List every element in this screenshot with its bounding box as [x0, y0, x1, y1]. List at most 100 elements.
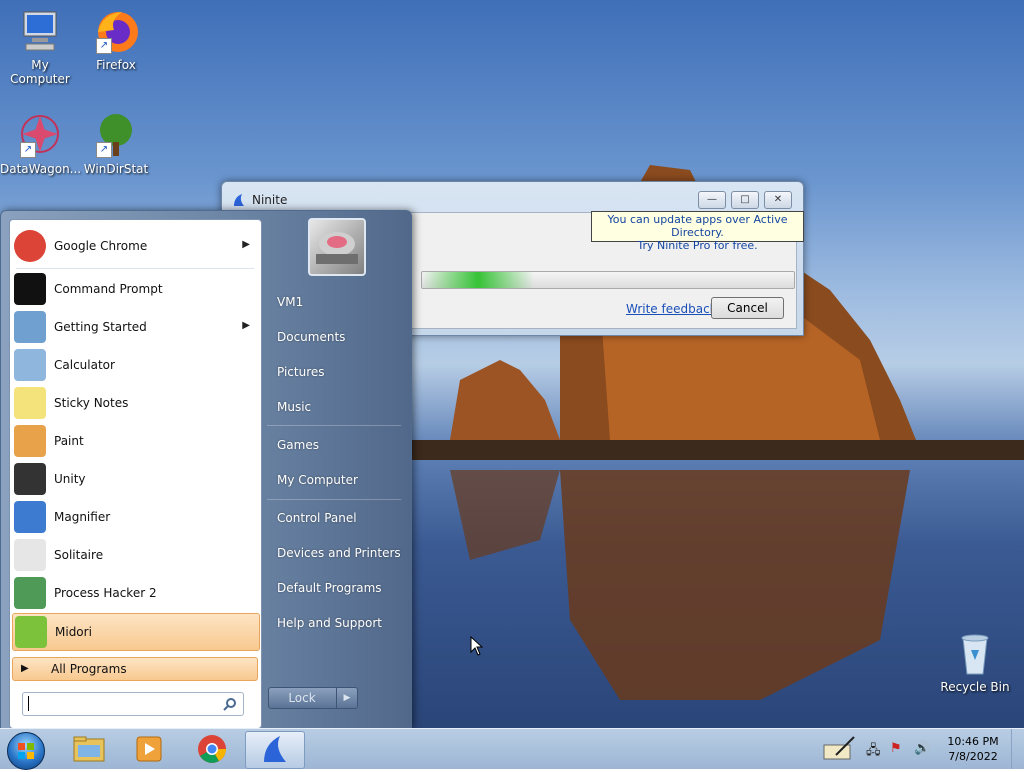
- program-item[interactable]: Unity: [12, 461, 258, 497]
- desktop-icon-datawagon[interactable]: ↗ DataWagon...: [0, 112, 82, 176]
- right-item-default-programs[interactable]: Default Programs: [277, 581, 382, 595]
- right-item-games[interactable]: Games: [277, 438, 319, 452]
- program-item[interactable]: Getting Started ▶: [12, 309, 258, 345]
- program-label: Magnifier: [54, 510, 111, 524]
- right-item-help-support[interactable]: Help and Support: [277, 616, 382, 630]
- clock-date: 7/8/2022: [948, 750, 998, 763]
- program-label: Process Hacker 2: [54, 586, 157, 600]
- midori-icon: [15, 616, 47, 648]
- window-title: Ninite: [252, 193, 288, 207]
- minimize-button[interactable]: —: [698, 191, 726, 209]
- clock[interactable]: 10:46 PM 7/8/2022: [940, 734, 1006, 764]
- shortcut-arrow-icon: ↗: [20, 142, 36, 158]
- search-icon: [223, 698, 236, 711]
- program-item[interactable]: Command Prompt: [12, 271, 258, 307]
- keyboard-pen-icon[interactable]: [822, 735, 856, 761]
- right-item-documents[interactable]: Documents: [277, 330, 345, 344]
- volume-icon[interactable]: 🔊: [914, 741, 930, 756]
- program-label: Command Prompt: [54, 282, 163, 296]
- separator: [267, 425, 401, 426]
- program-label: Midori: [55, 625, 92, 639]
- ninite-icon: [264, 736, 286, 762]
- taskbar-explorer[interactable]: [60, 731, 118, 767]
- desktop-icon-label: WinDirStat: [83, 162, 149, 176]
- command-prompt-icon: [14, 273, 46, 305]
- all-programs-button[interactable]: ▶ All Programs: [12, 657, 258, 681]
- action-center-flag-icon[interactable]: ⚑: [890, 741, 902, 756]
- ninite-logo-icon: [234, 194, 244, 206]
- windirstat-icon: ↗: [92, 112, 140, 160]
- right-item-my-computer[interactable]: My Computer: [277, 473, 358, 487]
- recycle-bin-icon: [951, 630, 999, 678]
- show-desktop-button[interactable]: [1011, 729, 1024, 769]
- paint-icon: [14, 425, 46, 457]
- progress-bar: [421, 271, 795, 289]
- submenu-arrow-icon[interactable]: ▶: [242, 320, 250, 331]
- desktop-icon-label: DataWagon...: [0, 162, 82, 176]
- desktop-icon-recycle-bin[interactable]: Recycle Bin: [935, 630, 1015, 694]
- program-label: Unity: [54, 472, 86, 486]
- getting-started-icon: [14, 311, 46, 343]
- program-item[interactable]: Process Hacker 2: [12, 575, 258, 611]
- program-item[interactable]: Paint: [12, 423, 258, 459]
- program-label: Getting Started: [54, 320, 147, 334]
- write-feedback-link[interactable]: Write feedback: [626, 302, 717, 316]
- taskbar-ninite[interactable]: [245, 731, 305, 769]
- datawagon-icon: ↗: [16, 112, 64, 160]
- program-item[interactable]: Midori: [12, 613, 260, 651]
- right-item-music[interactable]: Music: [277, 400, 311, 414]
- program-item[interactable]: Calculator: [12, 347, 258, 383]
- calculator-icon: [14, 349, 46, 381]
- process-hacker-icon: [14, 577, 46, 609]
- shortcut-arrow-icon: ↗: [96, 142, 112, 158]
- program-item[interactable]: Google Chrome ▶: [12, 228, 258, 264]
- program-label: Paint: [54, 434, 84, 448]
- user-picture[interactable]: [308, 218, 366, 276]
- right-item-pictures[interactable]: Pictures: [277, 365, 325, 379]
- network-icon[interactable]: 🖧: [866, 741, 881, 763]
- right-item-control-panel[interactable]: Control Panel: [277, 511, 357, 525]
- program-label: Sticky Notes: [54, 396, 129, 410]
- taskbar-media-player[interactable]: [120, 731, 178, 767]
- maximize-button[interactable]: □: [731, 191, 759, 209]
- windows-explorer-icon: [73, 736, 105, 762]
- unity-icon: [14, 463, 46, 495]
- search-box[interactable]: [22, 692, 244, 716]
- notice-line-1: You can update apps over Active Director…: [607, 213, 788, 239]
- taskbar-chrome[interactable]: [183, 731, 241, 767]
- right-item-devices-printers[interactable]: Devices and Printers: [277, 546, 401, 560]
- computer-icon: [16, 8, 64, 56]
- sticky-notes-icon: [14, 387, 46, 419]
- desktop-icon-my-computer[interactable]: My Computer: [0, 8, 80, 86]
- pro-notice[interactable]: You can update apps over Active Director…: [591, 211, 804, 252]
- chrome-icon: [198, 735, 226, 763]
- all-programs-label: All Programs: [51, 662, 127, 676]
- cancel-button[interactable]: Cancel: [711, 297, 784, 319]
- close-button[interactable]: ✕: [764, 191, 792, 209]
- program-label: Google Chrome: [54, 239, 148, 253]
- desktop-icon-windirstat[interactable]: ↗ WinDirStat: [76, 112, 156, 176]
- submenu-arrow-icon[interactable]: ▶: [242, 239, 250, 250]
- clock-time: 10:46 PM: [947, 735, 999, 748]
- chevron-right-icon[interactable]: ▶: [336, 688, 357, 708]
- firefox-icon: ↗: [92, 8, 140, 56]
- desktop-icon-label: Recycle Bin: [940, 680, 1010, 694]
- taskbar: 🖧 ⚑ 🔊 10:46 PM 7/8/2022: [0, 728, 1024, 770]
- lock-button[interactable]: Lock ▶: [268, 687, 358, 709]
- start-button[interactable]: [7, 732, 45, 770]
- lock-label: Lock: [288, 691, 316, 705]
- program-item[interactable]: Solitaire: [12, 537, 258, 573]
- separator: [267, 499, 401, 500]
- chrome-icon: [14, 230, 46, 262]
- program-item[interactable]: Magnifier: [12, 499, 258, 535]
- program-label: Calculator: [54, 358, 115, 372]
- program-item[interactable]: Sticky Notes: [12, 385, 258, 421]
- programs-pane: Google Chrome ▶ Command Prompt Getting Star…: [9, 219, 262, 729]
- program-label: Solitaire: [54, 548, 104, 562]
- windows-logo-icon: [18, 743, 34, 759]
- solitaire-icon: [14, 539, 46, 571]
- desktop-icon-firefox[interactable]: ↗ Firefox: [76, 8, 156, 72]
- shortcut-arrow-icon: ↗: [96, 38, 112, 54]
- start-menu: Google Chrome ▶ Command Prompt Getting Star…: [0, 210, 412, 729]
- right-item-vm1[interactable]: VM1: [277, 295, 303, 309]
